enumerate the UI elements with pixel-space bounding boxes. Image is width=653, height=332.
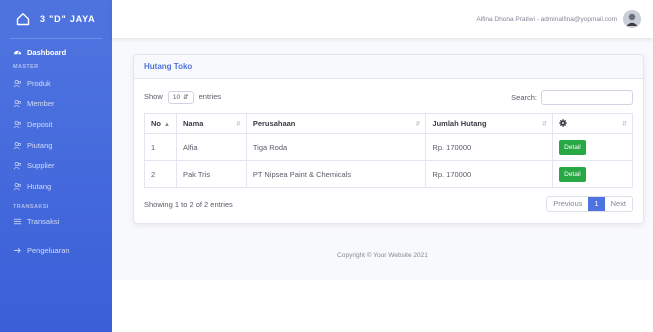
users-icon: [13, 141, 22, 149]
table-footer: Showing 1 to 2 of 2 entries Previous 1 N…: [144, 196, 633, 212]
sidebar-item-dashboard[interactable]: Dashboard: [0, 43, 112, 61]
hutang-card: Hutang Toko Show 10 ⇵ entries Search: No…: [133, 54, 644, 224]
col-header-jumlah-hutang[interactable]: Jumlah Hutang ⇵: [425, 113, 554, 134]
cell-action: Detail: [552, 133, 633, 161]
users-icon: [13, 120, 22, 129]
col-header-perusahaan[interactable]: Perusahaan ⇵: [245, 113, 427, 134]
col-header-no[interactable]: No ▲: [144, 113, 177, 134]
copyright: Copyright © Your Website 2021: [337, 252, 428, 259]
card-header: Hutang Toko: [134, 55, 643, 79]
search-label: Search:: [511, 92, 537, 102]
sidebar-heading-transaksi: TRANSAKSI: [13, 203, 49, 210]
sort-icon: ⇵: [542, 121, 548, 127]
sidebar-divider: [10, 38, 102, 39]
cell-perusahaan: Tiga Roda: [245, 133, 427, 161]
next-button[interactable]: Next: [605, 197, 632, 211]
gear-icon: [559, 118, 567, 127]
users-icon: [13, 162, 22, 170]
brand-link[interactable]: 3 "D" JAYA: [0, 0, 112, 38]
sort-icon: ⇵: [621, 121, 627, 127]
users-icon: [13, 182, 22, 191]
cell-jumlah: Rp. 170000: [425, 160, 554, 188]
sort-asc-icon: ▲: [164, 122, 170, 128]
sidebar-item-label: Transaksi: [27, 217, 60, 227]
select-arrow-icon: ⇵: [183, 94, 189, 101]
table-header-row: No▲ Nama⇵ Perusahaan⇵ Jumlah Hutang⇵: [144, 113, 633, 134]
sidebar-item-label: Produk: [27, 78, 51, 88]
house-outline-icon: [16, 13, 30, 26]
entries-length-select[interactable]: 10 ⇵: [167, 90, 194, 104]
dashboard-icon: [13, 50, 22, 55]
previous-button[interactable]: Previous: [547, 197, 588, 211]
brand-name: 3 "D" JAYA: [40, 14, 96, 24]
sort-icon: ⇵: [415, 121, 421, 127]
sidebar-item-label: Member: [27, 99, 55, 109]
card-title: Hutang Toko: [144, 62, 193, 71]
footer-band: [112, 280, 653, 332]
length-control: Show 10 ⇵ entries: [144, 90, 222, 104]
sidebar-item-produk[interactable]: Produk: [0, 73, 112, 94]
list-icon: [13, 218, 22, 225]
sidebar-item-label: Pengeluaran: [27, 246, 70, 256]
topbar: Alfina Dhona Pratiwi - adminalfina@yopma…: [112, 0, 653, 38]
col-header-nama[interactable]: Nama ⇵: [175, 113, 247, 134]
sidebar-item-label: Piutang: [27, 140, 53, 150]
show-label: Show: [144, 91, 163, 101]
arrow-icon: [13, 247, 21, 254]
sidebar-item-label: Hutang: [27, 181, 52, 191]
sidebar-item-label: Dashboard: [27, 47, 67, 57]
cell-nama: Pak Tris: [175, 160, 247, 188]
col-header-actions[interactable]: ⇵: [552, 113, 633, 134]
cell-nama: Alfia: [175, 133, 247, 161]
cell-no: 1: [144, 133, 177, 161]
sidebar-item-transaksi[interactable]: Transaksi: [0, 213, 112, 231]
sidebar-item-deposit[interactable]: Deposit: [0, 114, 112, 135]
page-1-button[interactable]: 1: [588, 197, 605, 211]
sidebar-item-label: Deposit: [27, 119, 53, 129]
search-input[interactable]: [541, 89, 633, 105]
user-avatar-icon: [623, 10, 641, 28]
users-icon: [13, 79, 22, 88]
cell-no: 2: [144, 160, 177, 188]
cell-perusahaan: PT Nipsea Paint & Chemicals: [245, 160, 427, 188]
table-controls: Show 10 ⇵ entries Search:: [144, 89, 633, 105]
sidebar-item-hutang[interactable]: Hutang: [0, 176, 112, 197]
pagination: Previous 1 Next: [546, 196, 633, 212]
sidebar-item-pengeluaran[interactable]: Pengeluaran: [0, 231, 112, 271]
cell-jumlah: Rp. 170000: [425, 133, 554, 161]
table-row: 1 Alfia Tiga Roda Rp. 170000 Detail: [144, 133, 633, 161]
sidebar-heading-master: MASTER: [13, 64, 39, 70]
detail-button[interactable]: Detail: [559, 166, 586, 182]
table-info: Showing 1 to 2 of 2 entries: [144, 199, 233, 209]
search-control: Search:: [511, 89, 633, 105]
avatar[interactable]: [623, 10, 641, 28]
hutang-table: No▲ Nama⇵ Perusahaan⇵ Jumlah Hutang⇵: [144, 113, 633, 188]
detail-button[interactable]: Detail: [559, 139, 586, 155]
cell-action: Detail: [552, 160, 633, 188]
sidebar-item-label: Supplier: [27, 161, 55, 171]
table-row: 2 Pak Tris PT Nipsea Paint & Chemicals R…: [144, 160, 633, 188]
card-body: Show 10 ⇵ entries Search: No ▲ Nama ⇵ Peru…: [134, 79, 643, 222]
user-info[interactable]: Alfina Dhona Pratiwi - adminalfina@yopma…: [476, 16, 617, 23]
sidebar-item-member[interactable]: Member: [0, 94, 112, 115]
sidebar: 3 "D" JAYA Dashboard MASTER Produk Member…: [0, 0, 112, 332]
users-icon: [13, 100, 22, 108]
sidebar-item-supplier[interactable]: Supplier: [0, 155, 112, 176]
entries-label: entries: [198, 91, 222, 101]
sort-icon: ⇵: [235, 121, 241, 127]
sidebar-item-piutang[interactable]: Piutang: [0, 135, 112, 156]
